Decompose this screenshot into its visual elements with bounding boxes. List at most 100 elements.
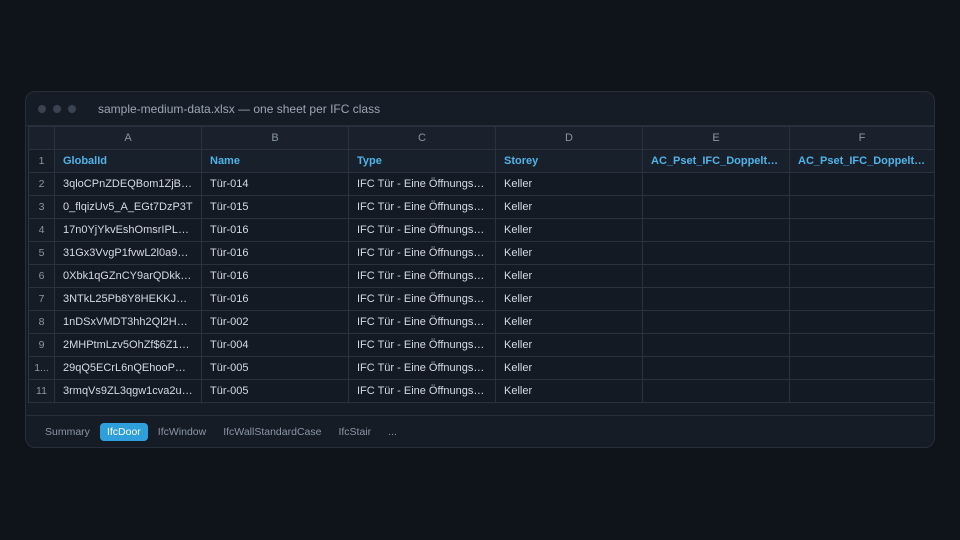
table-cell[interactable]: Tür-016 <box>201 241 349 265</box>
table-cell[interactable]: 3qloCPnZDEQBom1ZjBlwJP <box>54 172 202 196</box>
table-cell[interactable]: 3NTkL25Pb8Y8HEKKJUt... <box>54 287 202 311</box>
table-cell[interactable] <box>789 356 934 380</box>
table-cell[interactable] <box>789 241 934 265</box>
column-header-f[interactable]: F <box>789 126 934 150</box>
sheet-tab-ifcwallstandardcase[interactable]: IfcWallStandardCase <box>216 423 328 441</box>
table-row: 1... 29qQ5ECrL6nQEhooPP_... Tür-005 IFC Tür… <box>28 356 934 380</box>
row-number[interactable]: 1... <box>28 356 55 380</box>
table-cell[interactable] <box>642 310 790 334</box>
row-number[interactable]: 2 <box>28 172 55 196</box>
table-cell[interactable]: Keller <box>495 264 643 288</box>
row-number[interactable]: 7 <box>28 287 55 311</box>
header-cell[interactable]: AC_Pset_IFC_Doppeltür_... <box>642 149 790 173</box>
table-row: 3 0_flqizUv5_A_EGt7DzP3T Tür-015 IFC Tür - … <box>28 195 934 219</box>
table-cell[interactable]: Tür-016 <box>201 287 349 311</box>
table-cell[interactable] <box>642 172 790 196</box>
header-cell[interactable]: Type <box>348 149 496 173</box>
table-cell[interactable]: Keller <box>495 172 643 196</box>
row-number[interactable]: 8 <box>28 310 55 334</box>
table-cell[interactable]: IFC Tür - Eine Öffnungsgri... <box>348 218 496 242</box>
table-cell[interactable]: 29qQ5ECrL6nQEhooPP_... <box>54 356 202 380</box>
table-cell[interactable]: IFC Tür - Eine Öffnungsgri... <box>348 172 496 196</box>
column-header-d[interactable]: D <box>495 126 643 150</box>
row-number[interactable]: 9 <box>28 333 55 357</box>
table-row: 5 31Gx3VvgP1fvwL2l0a9YtY Tür-016 IFC Tür - … <box>28 241 934 265</box>
table-cell[interactable] <box>789 218 934 242</box>
table-cell[interactable]: Tür-002 <box>201 310 349 334</box>
table-cell[interactable]: Keller <box>495 310 643 334</box>
table-cell[interactable] <box>642 333 790 357</box>
column-header-b[interactable]: B <box>201 126 349 150</box>
table-cell[interactable] <box>642 264 790 288</box>
column-header-a[interactable]: A <box>54 126 202 150</box>
table-cell[interactable]: Tür-005 <box>201 356 349 380</box>
row-number[interactable]: 5 <box>28 241 55 265</box>
title-bar: sample-medium-data.xlsx — one sheet per … <box>26 92 934 126</box>
table-cell[interactable] <box>789 195 934 219</box>
table-cell[interactable]: 2MHPtmLzv5OhZf$6Z1Y... <box>54 333 202 357</box>
table-cell[interactable] <box>789 379 934 403</box>
table-cell[interactable]: Keller <box>495 287 643 311</box>
sheet-tab-summary[interactable]: Summary <box>38 423 97 441</box>
table-cell[interactable] <box>642 218 790 242</box>
table-cell[interactable]: IFC Tür - Eine Öffnungsgri... <box>348 333 496 357</box>
header-cell[interactable]: GlobalId <box>54 149 202 173</box>
table-cell[interactable] <box>642 195 790 219</box>
table-cell[interactable]: Tür-015 <box>201 195 349 219</box>
table-cell[interactable] <box>642 356 790 380</box>
table-cell[interactable]: Keller <box>495 195 643 219</box>
row-number[interactable]: 4 <box>28 218 55 242</box>
row-number[interactable]: 6 <box>28 264 55 288</box>
sheet-tab-ifcwindow[interactable]: IfcWindow <box>151 423 213 441</box>
header-cell[interactable]: AC_Pset_IFC_Doppeltür_... <box>789 149 934 173</box>
sheet-tab-ifcdoor[interactable]: IfcDoor <box>99 422 148 441</box>
sheet-tab-ifcstair[interactable]: IfcStair <box>331 423 378 441</box>
table-cell[interactable] <box>642 287 790 311</box>
column-header-e[interactable]: E <box>642 126 790 150</box>
table-cell[interactable]: 1nDSxVMDT3hh2Ql2HEz... <box>54 310 202 334</box>
table-cell[interactable]: Keller <box>495 218 643 242</box>
table-cell[interactable] <box>789 333 934 357</box>
table-cell[interactable]: 31Gx3VvgP1fvwL2l0a9YtY <box>54 241 202 265</box>
table-cell[interactable]: Keller <box>495 379 643 403</box>
table-cell[interactable] <box>642 241 790 265</box>
table-cell[interactable]: Tür-004 <box>201 333 349 357</box>
table-cell[interactable]: Keller <box>495 241 643 265</box>
table-cell[interactable]: 0_flqizUv5_A_EGt7DzP3T <box>54 195 202 219</box>
row-number[interactable]: 3 <box>28 195 55 219</box>
table-cell[interactable]: IFC Tür - Eine Öffnungsgri... <box>348 356 496 380</box>
select-all-corner[interactable] <box>28 126 55 150</box>
table-cell[interactable]: Tür-014 <box>201 172 349 196</box>
table-cell[interactable]: IFC Tür - Eine Öffnungsgri... <box>348 379 496 403</box>
table-cell[interactable] <box>789 310 934 334</box>
table-cell[interactable] <box>642 379 790 403</box>
table-cell[interactable]: 3rmqVs9ZL3qgw1cva2u9... <box>54 379 202 403</box>
header-cell[interactable]: Storey <box>495 149 643 173</box>
table-cell[interactable]: IFC Tür - Eine Öffnungsgri... <box>348 287 496 311</box>
maximize-dot-icon[interactable] <box>68 104 76 113</box>
table-cell[interactable]: Tür-005 <box>201 379 349 403</box>
table-cell[interactable] <box>789 287 934 311</box>
spreadsheet-window: sample-medium-data.xlsx — one sheet per … <box>25 91 935 448</box>
table-cell[interactable]: Keller <box>495 333 643 357</box>
table-cell[interactable]: Tür-016 <box>201 218 349 242</box>
table-cell[interactable]: Tür-016 <box>201 264 349 288</box>
table-cell[interactable]: IFC Tür - Eine Öffnungsgri... <box>348 195 496 219</box>
header-cell[interactable]: Name <box>201 149 349 173</box>
window-title: sample-medium-data.xlsx — one sheet per … <box>98 101 381 116</box>
minimize-dot-icon[interactable] <box>53 104 61 113</box>
table-cell[interactable] <box>789 172 934 196</box>
table-cell[interactable]: IFC Tür - Eine Öffnungsgri... <box>348 310 496 334</box>
table-cell[interactable]: Keller <box>495 356 643 380</box>
close-dot-icon[interactable] <box>38 104 46 113</box>
column-header-c[interactable]: C <box>348 126 496 150</box>
table-cell[interactable]: 17n0YjYkvEshOmsrIPLGOb <box>54 218 202 242</box>
row-number[interactable]: 11 <box>28 379 55 403</box>
sheet-tab-more[interactable]: ... <box>381 423 404 441</box>
table-cell[interactable]: 0Xbk1qGZnCY9arQDkkuJ... <box>54 264 202 288</box>
column-header-row: ABCDEF <box>28 126 934 150</box>
row-number[interactable]: 1 <box>28 149 55 173</box>
table-cell[interactable] <box>789 264 934 288</box>
table-cell[interactable]: IFC Tür - Eine Öffnungsgri... <box>348 241 496 265</box>
table-cell[interactable]: IFC Tür - Eine Öffnungsgri... <box>348 264 496 288</box>
